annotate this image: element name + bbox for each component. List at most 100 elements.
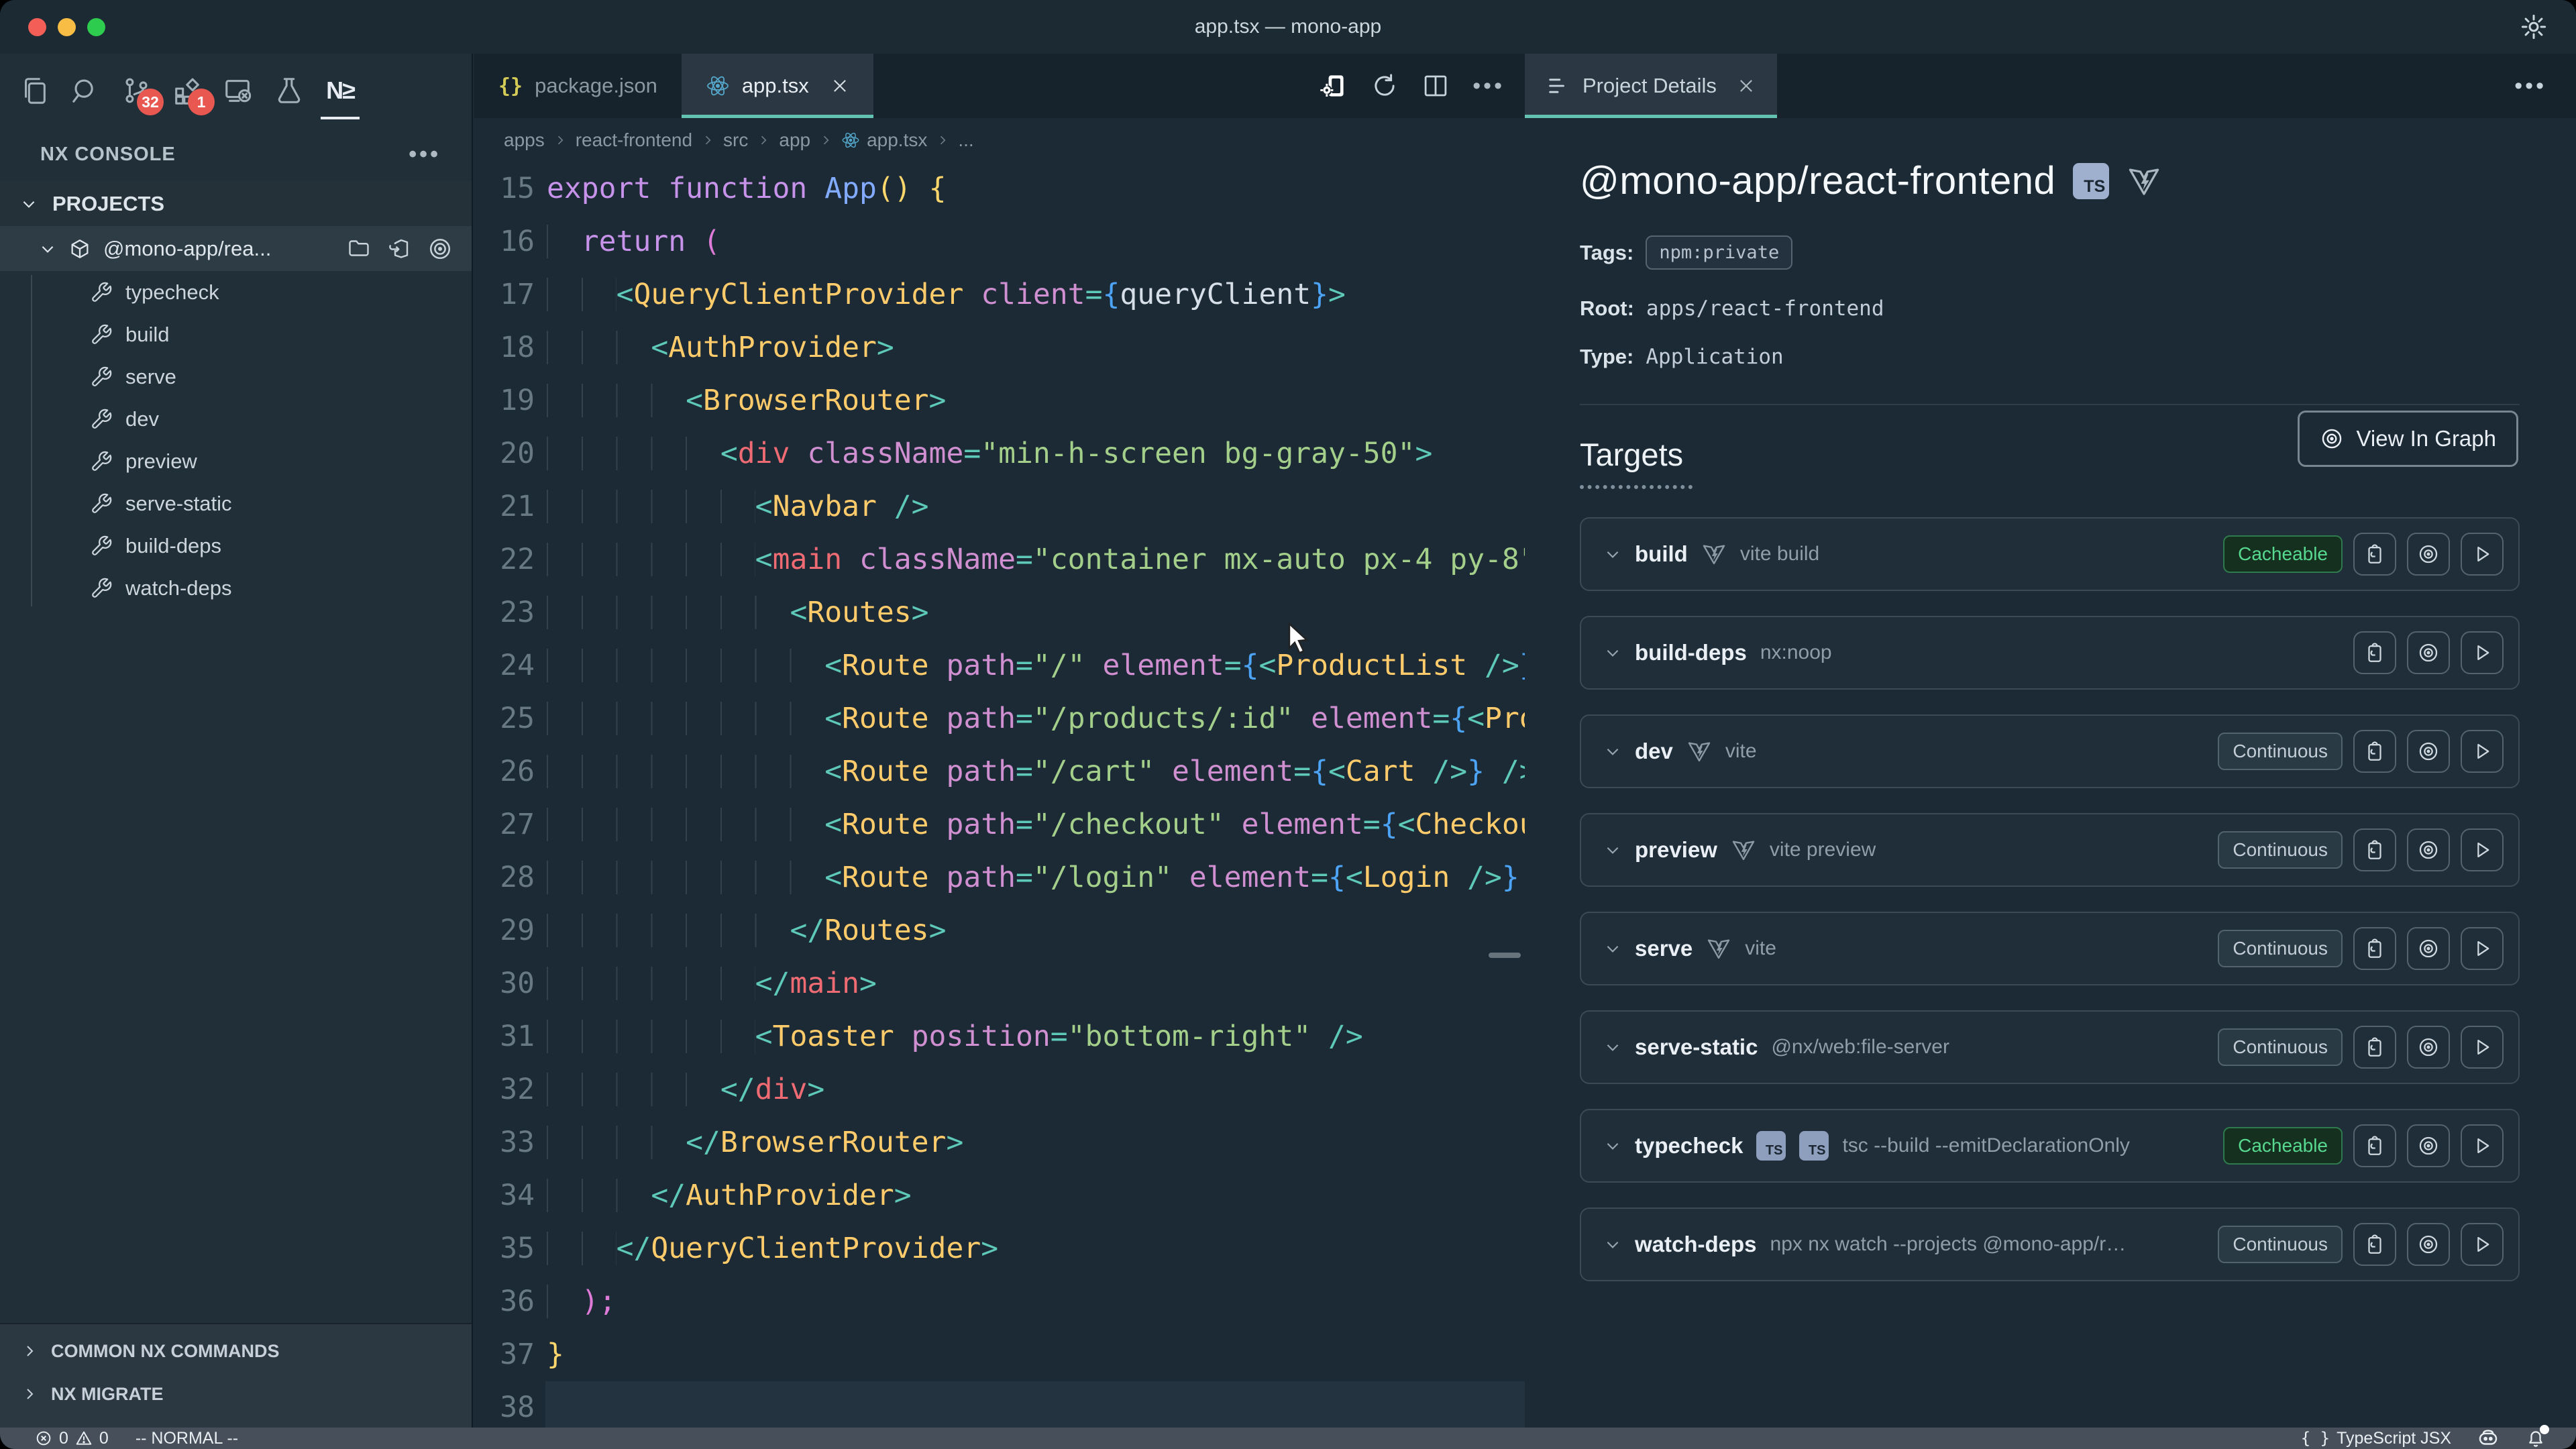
view-target-graph-icon[interactable] [2407, 828, 2450, 871]
run-target-icon[interactable] [2461, 730, 2504, 773]
breadcrumb-item[interactable]: react-frontend [576, 129, 692, 151]
copy-task-icon[interactable] [2353, 1124, 2396, 1167]
target-card-build-deps[interactable]: build-deps nx:noop [1580, 616, 2520, 690]
sidebar-more-icon[interactable]: ••• [409, 151, 441, 158]
run-target-icon[interactable] [2461, 631, 2504, 674]
line-number: 37 [474, 1328, 535, 1381]
chevron-down-icon[interactable] [1604, 1038, 1621, 1056]
scrollbar-thumb[interactable] [1489, 953, 1521, 958]
target-card-build[interactable]: build vite build Cacheable [1580, 517, 2520, 591]
copy-task-icon[interactable] [2353, 533, 2396, 576]
target-icon[interactable] [427, 236, 453, 262]
run-target-icon[interactable] [2461, 1124, 2504, 1167]
nx-console-icon[interactable]: N≥ [323, 74, 357, 107]
sidebar-target-build[interactable]: build [0, 313, 472, 356]
sidebar-target-serve-static[interactable]: serve-static [0, 482, 472, 525]
close-tab-icon[interactable] [830, 76, 849, 95]
chevron-down-icon[interactable] [1604, 1137, 1621, 1155]
panel-more-actions-icon[interactable]: ••• [2514, 83, 2576, 89]
run-target-icon[interactable] [2461, 1223, 2504, 1266]
view-target-graph-icon[interactable] [2407, 927, 2450, 970]
vite-icon [1731, 837, 1756, 863]
code-area[interactable]: 15export function App() {16 return (17 <… [474, 162, 1525, 1428]
open-project-details-icon[interactable] [1318, 71, 1348, 101]
sidebar-project-row[interactable]: @mono-app/rea... [0, 226, 472, 271]
tab-app-tsx[interactable]: app.tsx [682, 54, 873, 118]
target-card-typecheck[interactable]: typecheck TSTS tsc --build --emitDeclara… [1580, 1109, 2520, 1183]
target-card-preview[interactable]: preview vite preview Continuous [1580, 813, 2520, 887]
code-line: 29 </Routes> [474, 904, 1525, 957]
sidebar-target-build-deps[interactable]: build-deps [0, 525, 472, 567]
run-target-icon[interactable] [2461, 533, 2504, 576]
code-line: 16 return ( [474, 215, 1525, 268]
chevron-down-icon[interactable] [1604, 841, 1621, 859]
sidebar-target-watch-deps[interactable]: watch-deps [0, 567, 472, 609]
view-target-graph-icon[interactable] [2407, 631, 2450, 674]
target-card-watch-deps[interactable]: watch-deps npx nx watch --projects @mono… [1580, 1208, 2520, 1281]
refresh-icon[interactable] [1371, 72, 1399, 100]
tab-package-json[interactable]: {} package.json [474, 54, 682, 118]
copy-task-icon[interactable] [2353, 730, 2396, 773]
run-target-icon[interactable] [2461, 828, 2504, 871]
breadcrumb-item[interactable]: app.tsx [841, 129, 927, 151]
testing-flask-icon[interactable] [272, 74, 306, 107]
search-icon[interactable] [68, 74, 102, 107]
view-target-graph-icon[interactable] [2407, 1124, 2450, 1167]
vim-mode-indicator[interactable]: -- NORMAL -- [136, 1429, 238, 1448]
breadcrumb-item[interactable]: ... [958, 129, 973, 151]
copy-task-icon[interactable] [2353, 927, 2396, 970]
nx-migrate-section[interactable]: NX MIGRATE [0, 1373, 472, 1415]
run-target-icon[interactable] [2461, 927, 2504, 970]
sidebar-target-preview[interactable]: preview [0, 440, 472, 482]
folder-icon[interactable] [347, 236, 371, 260]
zoom-window-button[interactable] [87, 18, 105, 36]
sidebar-target-label: build [125, 323, 170, 347]
problems-indicator[interactable]: 0 0 [35, 1429, 109, 1448]
projects-section-header[interactable]: PROJECTS [0, 181, 472, 226]
chevron-down-icon[interactable] [1604, 743, 1621, 760]
settings-gear-icon[interactable] [2520, 13, 2548, 41]
split-editor-icon[interactable] [1421, 72, 1450, 100]
chevron-down-icon[interactable] [1604, 644, 1621, 661]
close-panel-icon[interactable] [1737, 76, 1756, 95]
target-card-dev[interactable]: dev vite Continuous [1580, 714, 2520, 788]
line-number: 27 [474, 798, 535, 851]
sidebar-target-serve[interactable]: serve [0, 356, 472, 398]
view-target-graph-icon[interactable] [2407, 533, 2450, 576]
view-target-graph-icon[interactable] [2407, 730, 2450, 773]
common-nx-commands-section[interactable]: COMMON NX COMMANDS [0, 1330, 472, 1373]
divider [1580, 404, 2520, 405]
breadcrumb-item[interactable]: apps [504, 129, 545, 151]
target-card-serve-static[interactable]: serve-static @nx/web:file-server Continu… [1580, 1010, 2520, 1084]
close-window-button[interactable] [28, 18, 46, 36]
remote-explorer-icon[interactable] [221, 74, 255, 107]
line-number: 32 [474, 1063, 535, 1116]
copy-task-icon[interactable] [2353, 1223, 2396, 1266]
extensions-icon[interactable]: 1 [170, 74, 204, 107]
source-control-icon[interactable]: 32 [119, 74, 153, 107]
minimize-window-button[interactable] [58, 18, 76, 36]
breadcrumb-item[interactable]: src [723, 129, 748, 151]
notifications-bell[interactable] [2525, 1428, 2546, 1449]
editor-more-actions-icon[interactable]: ••• [1472, 83, 1505, 89]
sidebar-target-dev[interactable]: dev [0, 398, 472, 440]
language-mode[interactable]: { } TypeScript JSX [2301, 1429, 2451, 1448]
run-target-icon[interactable] [2461, 1026, 2504, 1069]
explorer-icon[interactable] [17, 74, 51, 107]
copilot-icon[interactable] [2477, 1427, 2500, 1449]
chevron-down-icon[interactable] [1604, 1236, 1621, 1253]
editor-tab-bar: {} package.json app.tsx [474, 54, 1525, 118]
goto-file-icon[interactable] [387, 236, 411, 260]
view-in-graph-button[interactable]: View In Graph [2298, 411, 2518, 467]
chevron-down-icon[interactable] [1604, 940, 1621, 957]
target-card-serve[interactable]: serve vite Continuous [1580, 912, 2520, 985]
sidebar-target-typecheck[interactable]: typecheck [0, 271, 472, 313]
view-target-graph-icon[interactable] [2407, 1026, 2450, 1069]
copy-task-icon[interactable] [2353, 631, 2396, 674]
breadcrumb-item[interactable]: app [779, 129, 810, 151]
chevron-down-icon[interactable] [1604, 545, 1621, 563]
view-target-graph-icon[interactable] [2407, 1223, 2450, 1266]
copy-task-icon[interactable] [2353, 1026, 2396, 1069]
copy-task-icon[interactable] [2353, 828, 2396, 871]
tab-project-details[interactable]: Project Details [1525, 54, 1777, 118]
